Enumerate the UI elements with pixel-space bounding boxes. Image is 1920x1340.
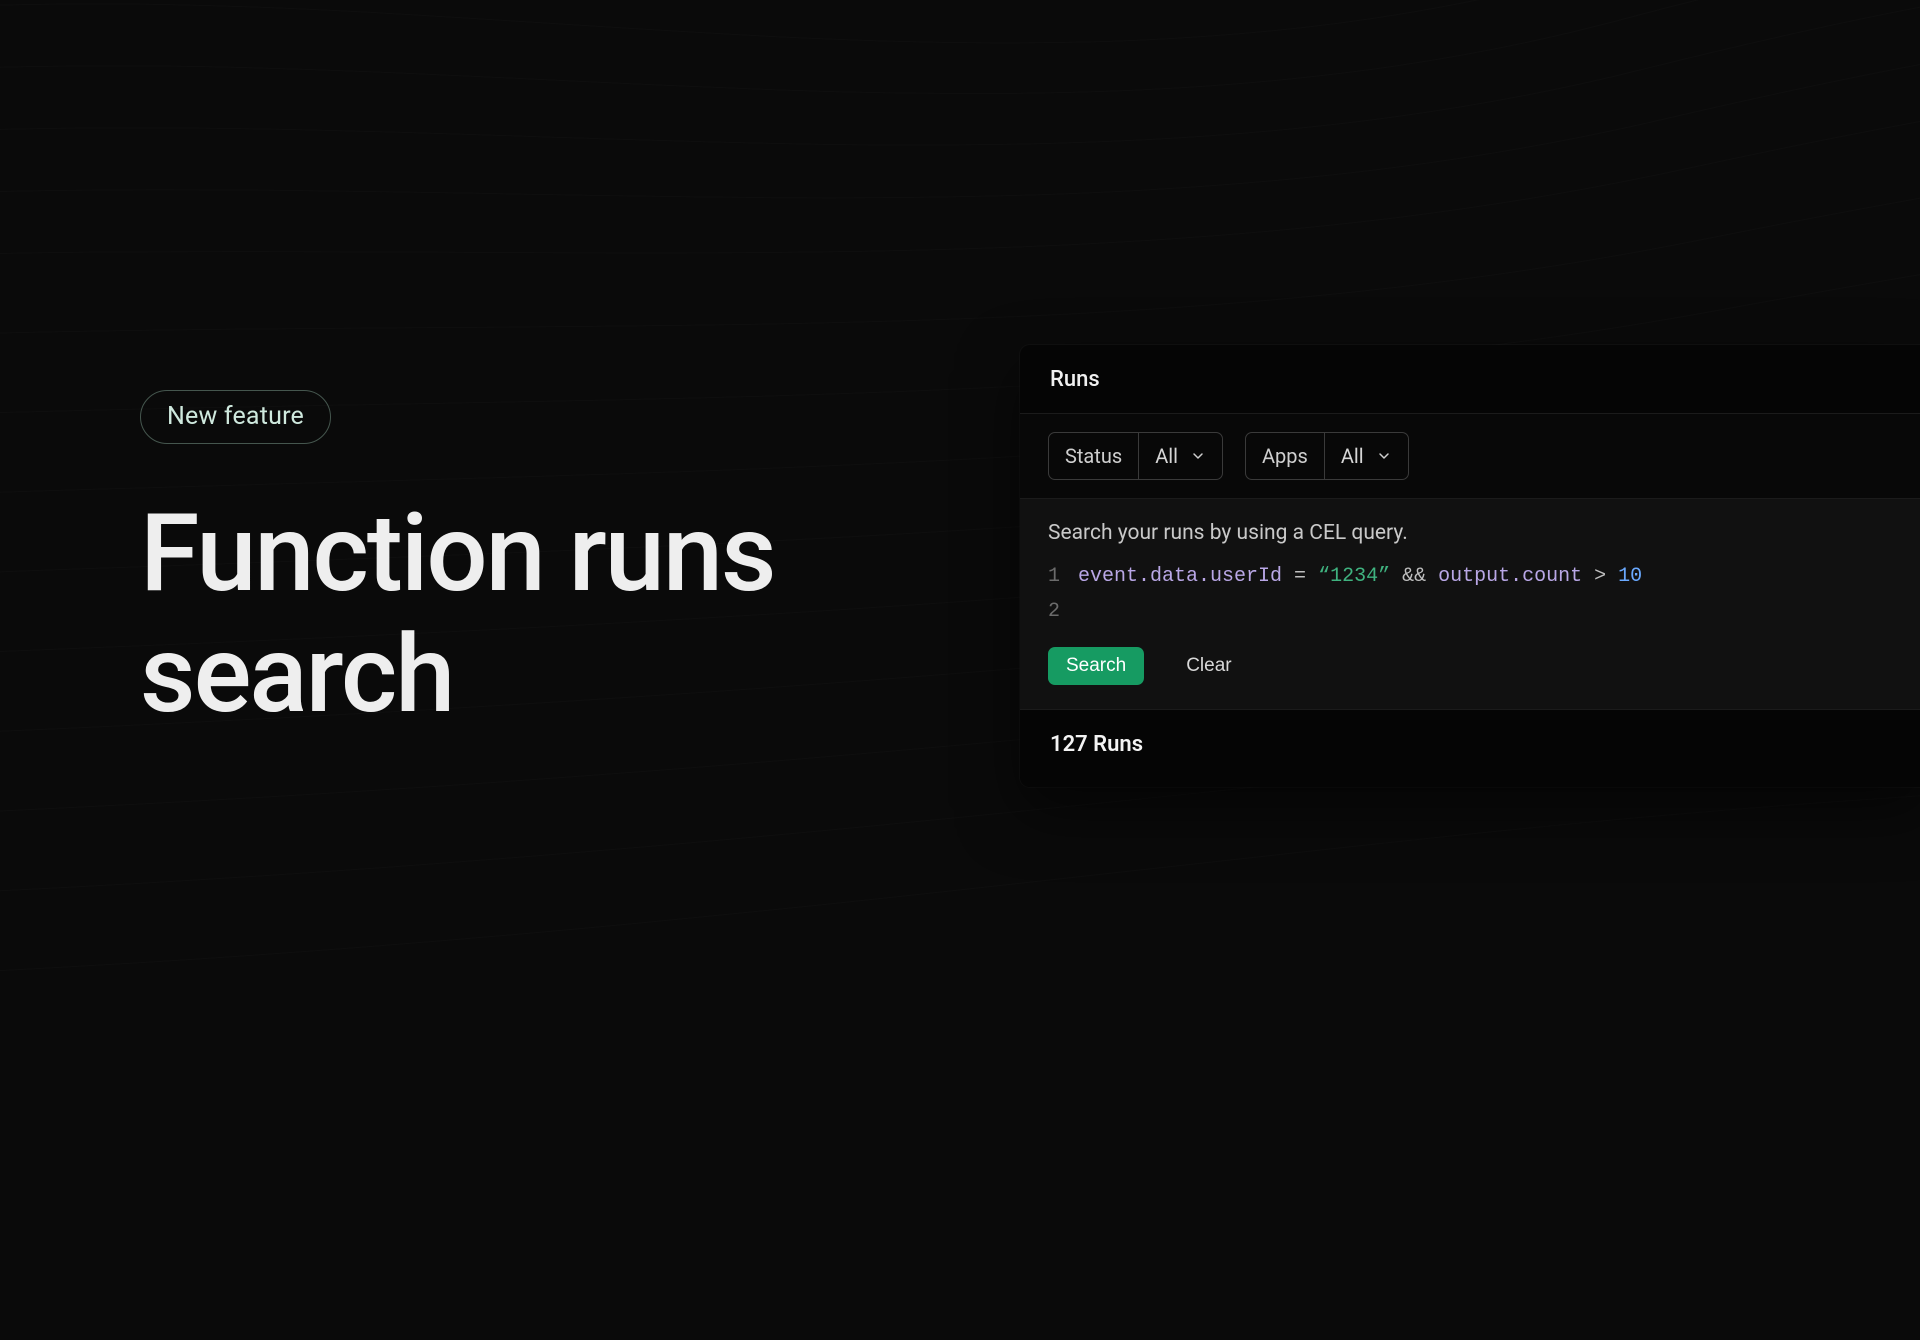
token-path: output.count bbox=[1438, 565, 1582, 588]
cel-query-input[interactable]: 1 event.data.userId = “1234” && output.c… bbox=[1048, 559, 1900, 629]
token-number: 10 bbox=[1618, 565, 1642, 588]
apps-filter-value: All bbox=[1324, 433, 1408, 479]
apps-filter[interactable]: Apps All bbox=[1245, 432, 1409, 480]
line-number: 1 bbox=[1048, 559, 1078, 594]
query-actions: Search Clear bbox=[1048, 647, 1900, 685]
apps-filter-value-text: All bbox=[1341, 444, 1364, 468]
filters-row: Status All Apps All bbox=[1020, 414, 1920, 498]
results-count: 127 Runs bbox=[1050, 732, 1143, 757]
clear-button[interactable]: Clear bbox=[1168, 647, 1249, 685]
chevron-down-icon bbox=[1376, 448, 1392, 464]
search-button[interactable]: Search bbox=[1048, 647, 1144, 685]
hero-title-line-1: Function runs bbox=[140, 491, 775, 617]
status-filter-label: Status bbox=[1049, 433, 1138, 479]
apps-filter-label: Apps bbox=[1246, 433, 1324, 479]
query-hint: Search your runs by using a CEL query. bbox=[1048, 521, 1900, 545]
token-op: > bbox=[1582, 565, 1618, 588]
token-path: event.data.userId bbox=[1078, 565, 1282, 588]
new-feature-badge: New feature bbox=[140, 390, 331, 444]
code-line-2: 2 bbox=[1048, 594, 1900, 629]
token-op: && bbox=[1390, 565, 1438, 588]
status-filter-value-text: All bbox=[1155, 444, 1178, 468]
tab-runs[interactable]: Runs bbox=[1050, 367, 1100, 392]
code-line-1: 1 event.data.userId = “1234” && output.c… bbox=[1048, 559, 1900, 594]
hero-title: Function runs search bbox=[140, 494, 775, 736]
token-op: = bbox=[1282, 565, 1318, 588]
runs-panel: Runs Status All Apps All Search your run… bbox=[1020, 345, 1920, 787]
line-number: 2 bbox=[1048, 594, 1078, 629]
token-string: “1234” bbox=[1318, 565, 1390, 588]
chevron-down-icon bbox=[1190, 448, 1206, 464]
hero-title-line-2: search bbox=[140, 612, 453, 738]
status-filter[interactable]: Status All bbox=[1048, 432, 1223, 480]
hero: New feature Function runs search bbox=[140, 390, 775, 736]
panel-header: Runs bbox=[1020, 345, 1920, 413]
query-area: Search your runs by using a CEL query. 1… bbox=[1020, 499, 1920, 709]
status-filter-value: All bbox=[1138, 433, 1222, 479]
results-bar: 127 Runs bbox=[1020, 710, 1920, 787]
